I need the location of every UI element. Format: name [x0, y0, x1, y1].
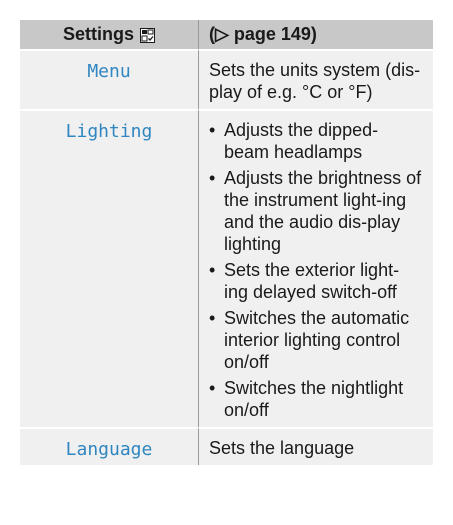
desc-cell-menu: Sets the units system (dis-play of e.g. …	[199, 49, 433, 109]
desc-cell-language: Sets the language	[199, 427, 433, 465]
desc-language: Sets the language	[209, 438, 355, 458]
lighting-bullet-list: Adjusts the dipped-beam headlamps Adjust…	[209, 119, 423, 421]
list-item: Switches the automatic interior lighting…	[209, 307, 423, 373]
desc-menu: Sets the units system (dis-play of e.g. …	[209, 60, 421, 102]
term-language: Language	[65, 439, 153, 460]
term-cell-menu: Menu	[20, 49, 199, 109]
settings-table: Settings (▷ page 149) Menu Sets the unit…	[20, 20, 433, 465]
list-item: Adjusts the dipped-beam headlamps	[209, 119, 423, 163]
term-lighting: Lighting	[65, 121, 153, 142]
list-item: Adjusts the brightness of the instrument…	[209, 167, 423, 255]
term-cell-language: Language	[20, 427, 199, 465]
term-menu: Menu	[87, 61, 131, 82]
list-item: Switches the nightlight on/off	[209, 377, 423, 421]
list-item: Sets the exterior light-ing delayed swit…	[209, 259, 423, 303]
header-page-ref: (▷ page 149)	[209, 24, 317, 44]
desc-cell-lighting: Adjusts the dipped-beam headlamps Adjust…	[199, 109, 433, 427]
header-page-ref-cell: (▷ page 149)	[199, 20, 433, 49]
header-settings-cell: Settings	[20, 20, 199, 49]
settings-menu-icon	[140, 27, 155, 43]
term-cell-lighting: Lighting	[20, 109, 199, 427]
header-settings-label: Settings	[62, 24, 134, 44]
